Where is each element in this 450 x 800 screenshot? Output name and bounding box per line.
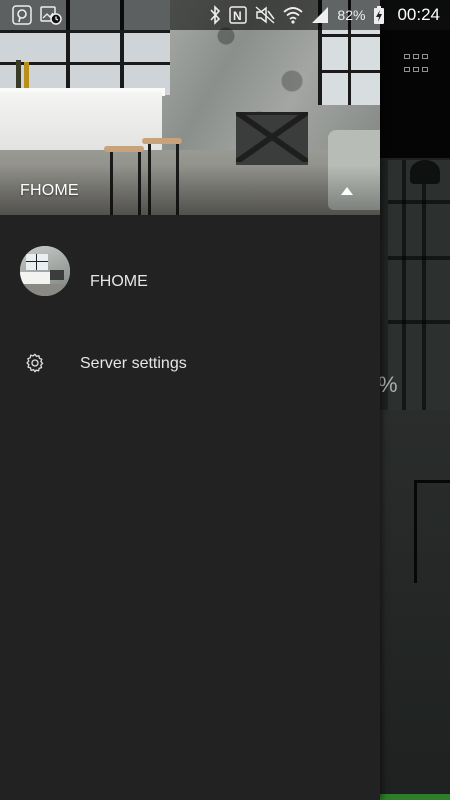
drawer-item-home-label: FHOME [90, 273, 148, 290]
header-counter [0, 92, 162, 152]
background-lamp-image [410, 160, 440, 184]
drawer-item-server-settings-label: Server settings [80, 355, 187, 372]
signal-icon [311, 6, 329, 24]
navigation-drawer: FHOME FHOME Server settings [0, 0, 380, 800]
background-percent-text: % [378, 372, 398, 397]
drawer-header: FHOME [0, 0, 380, 215]
grid-icon[interactable] [404, 54, 428, 76]
svg-text:N: N [233, 9, 242, 23]
background-table-image [414, 480, 450, 583]
pinterest-icon [12, 5, 32, 25]
clock: 00:24 [397, 5, 440, 24]
header-bottle [24, 62, 29, 88]
header-cabinet-frame [236, 112, 308, 162]
gear-icon [24, 352, 46, 374]
nfc-icon: N [229, 6, 248, 24]
bluetooth-icon [209, 5, 221, 25]
battery-charging-icon [373, 5, 385, 25]
background-floor-image [380, 410, 450, 800]
account-switcher-button[interactable] [336, 180, 358, 202]
account-name: FHOME [20, 182, 79, 199]
image-alarm-icon [40, 5, 62, 25]
avatar [20, 246, 70, 296]
drawer-item-server-settings[interactable]: Server settings [0, 340, 380, 388]
wifi-icon [283, 6, 304, 24]
triangle-up-icon [341, 187, 353, 195]
background-accent-strip [380, 794, 450, 800]
status-bar: N 82% 00:24 [0, 0, 450, 30]
header-bottle [16, 60, 21, 88]
battery-percent: 82% [337, 7, 366, 23]
drawer-item-home[interactable]: FHOME [0, 235, 380, 305]
mute-icon [255, 6, 276, 24]
